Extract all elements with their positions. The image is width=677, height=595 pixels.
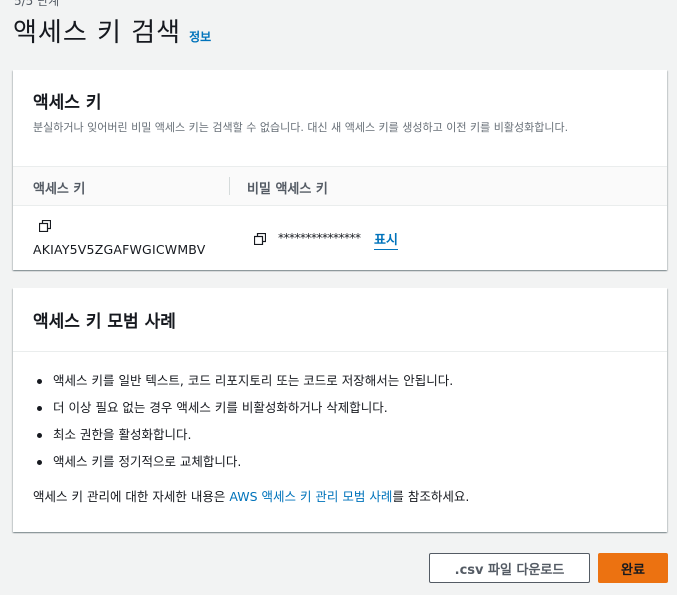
best-practices-link[interactable]: AWS 액세스 키 관리 모범 사례: [229, 489, 392, 504]
best-practices-note: 액세스 키 관리에 대한 자세한 내용은 AWS 액세스 키 관리 모범 사례를…: [33, 486, 469, 505]
keys-table-header: 액세스 키 비밀 액세스 키: [13, 166, 667, 206]
column-header-secret-key: 비밀 액세스 키: [247, 182, 328, 197]
note-prefix: 액세스 키 관리에 대한 자세한 내용은: [33, 489, 230, 504]
copy-icon[interactable]: [254, 233, 266, 245]
download-csv-button[interactable]: .csv 파일 다운로드: [429, 553, 590, 583]
note-suffix: 를 참조하세요.: [392, 489, 470, 504]
column-header-access-key: 액세스 키: [33, 182, 86, 197]
access-key-id: AKIAY5V5ZGAFWGICWMBV: [33, 242, 206, 257]
info-link[interactable]: 정보: [189, 28, 211, 45]
best-practices-list: 액세스 키를 일반 텍스트, 코드 리포지토리 또는 코드로 저장해서는 안됩니…: [33, 372, 453, 480]
access-key-card-description: 분실하거나 잊어버린 비밀 액세스 키는 검색할 수 없습니다. 대신 새 액세…: [33, 121, 569, 134]
table-row: AKIAY5V5ZGAFWGICWMBV *************** 표시: [13, 204, 667, 270]
best-practices-card-header: 액세스 키 모범 사례: [13, 288, 667, 352]
access-key-card-header: 액세스 키 분실하거나 잊어버린 비밀 액세스 키는 검색할 수 없습니다. 대…: [13, 70, 667, 136]
best-practices-card: 액세스 키 모범 사례 액세스 키를 일반 텍스트, 코드 리포지토리 또는 코…: [13, 288, 667, 532]
list-item: 액세스 키를 정기적으로 교체합니다.: [33, 453, 453, 480]
list-item: 최소 권한을 활성화합니다.: [33, 426, 453, 453]
page-header: 액세스 키 검색 정보: [13, 12, 211, 49]
access-key-card: 액세스 키 분실하거나 잊어버린 비밀 액세스 키는 검색할 수 없습니다. 대…: [13, 70, 667, 270]
best-practices-card-title: 액세스 키 모범 사례: [33, 312, 176, 332]
list-item: 더 이상 필요 없는 경우 액세스 키를 비활성화하거나 삭제합니다.: [33, 399, 453, 426]
column-divider: [229, 177, 230, 195]
step-indicator: 5/5 단계: [14, 0, 60, 8]
copy-icon[interactable]: [39, 220, 51, 232]
list-item: 액세스 키를 일반 텍스트, 코드 리포지토리 또는 코드로 저장해서는 안됩니…: [33, 372, 453, 399]
done-button[interactable]: 완료: [598, 553, 668, 583]
show-secret-link[interactable]: 표시: [374, 229, 398, 250]
secret-access-key-masked: ***************: [278, 231, 361, 245]
page-title: 액세스 키 검색: [13, 18, 182, 48]
access-key-card-title: 액세스 키: [33, 93, 102, 113]
